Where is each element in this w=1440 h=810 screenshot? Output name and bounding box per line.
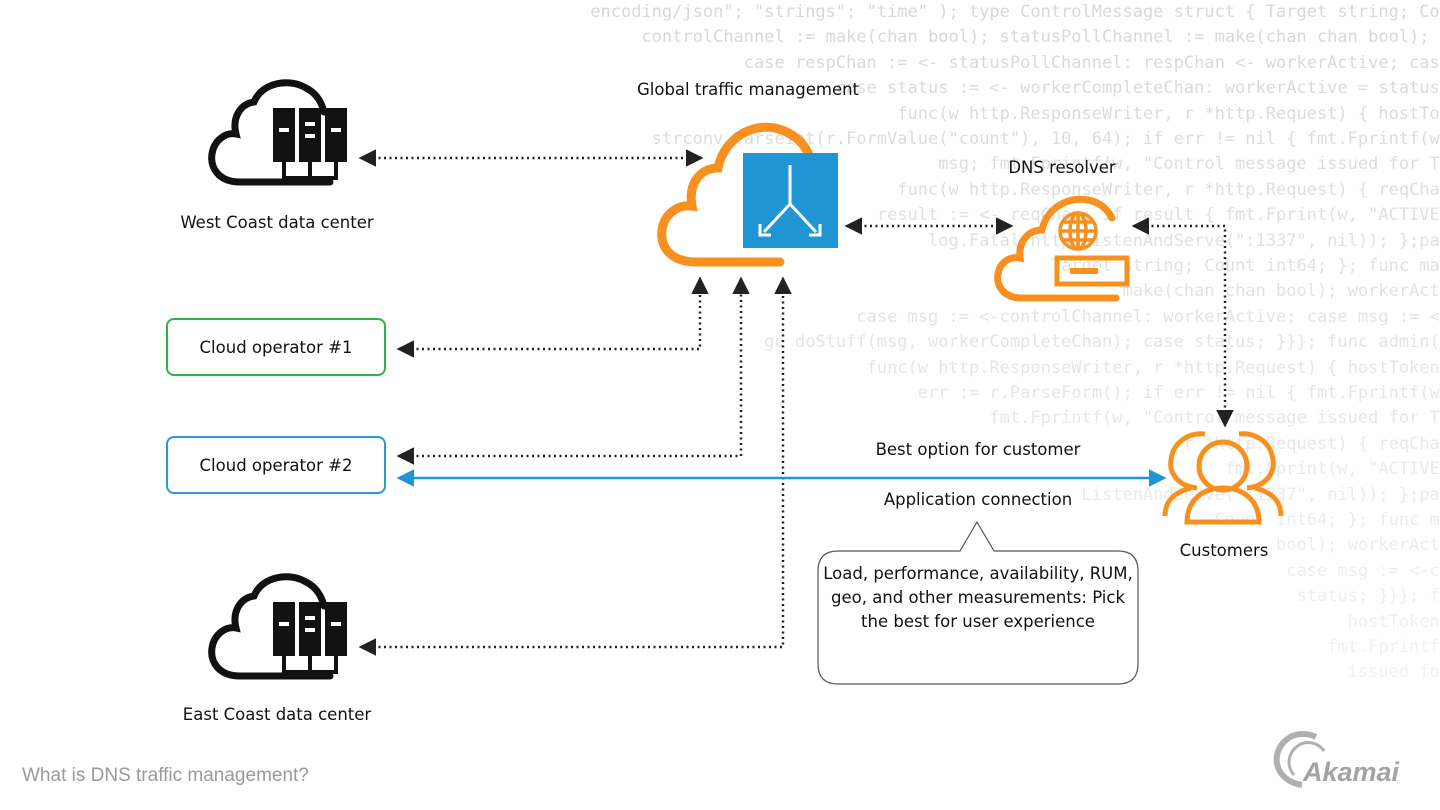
gtm-cloud-icon	[657, 122, 838, 267]
server-rack-icon	[273, 602, 347, 674]
callout-text: Load, performance, availability, RUM, ge…	[823, 564, 1133, 631]
east-datacenter-label: East Coast data center	[182, 705, 372, 724]
edge-op1-gtm	[396, 276, 709, 358]
customers-icon	[1162, 431, 1284, 525]
best-option-label: Best option for customer	[875, 440, 1081, 459]
edge-op2-gtm	[396, 276, 750, 465]
diagram-canvas	[208, 79, 1326, 788]
dns-resolver-label: DNS resolver	[1008, 158, 1116, 177]
edge-customers-dns	[1131, 217, 1234, 428]
cloud-operator-1-label: Cloud operator #1	[199, 337, 353, 357]
akamai-logo-text: Akamai	[1303, 757, 1400, 787]
page-title: What is DNS traffic management?	[22, 765, 309, 786]
globe-icon	[1058, 211, 1098, 251]
west-datacenter-label: West Coast data center	[180, 213, 374, 232]
server-rack-icon	[273, 108, 347, 180]
customers-label: Customers	[1179, 541, 1269, 560]
gtm-label: Global traffic management	[636, 80, 860, 99]
east-datacenter-icon	[208, 573, 347, 680]
cloud-operator-2-label: Cloud operator #2	[199, 455, 353, 475]
dns-resolver-icon	[994, 195, 1130, 302]
cloud-operator-2-box: Cloud operator #2	[166, 436, 386, 494]
application-connection-label: Application connection	[883, 490, 1073, 509]
west-datacenter-icon	[208, 79, 347, 186]
edge-east-gtm	[358, 276, 792, 656]
cloud-operator-1-box: Cloud operator #1	[166, 318, 386, 376]
